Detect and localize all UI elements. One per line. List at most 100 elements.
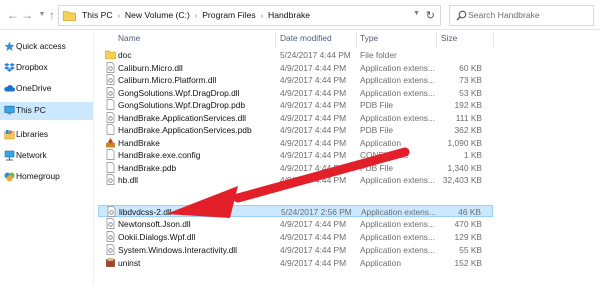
chevron-right-icon[interactable]: ›: [261, 13, 263, 20]
file-icon: [106, 161, 115, 173]
file-size: 55 KB: [459, 245, 482, 255]
table-row[interactable]: HandBrake.pdb 4/9/2017 4:44 PM PDB File …: [98, 161, 493, 174]
sidebar-item-label: Libraries: [16, 129, 49, 139]
table-row[interactable]: GongSolutions.Wpf.DragDrop.pdb 4/9/2017 …: [98, 99, 493, 111]
column-header-name[interactable]: Name: [118, 33, 140, 43]
dropbox-icon: [4, 63, 15, 72]
up-arrow-icon[interactable]: ↑: [45, 8, 59, 22]
folder-icon: [63, 11, 76, 21]
file-date: 4/9/2017 4:44 PM: [280, 87, 347, 98]
sidebar-item-network[interactable]: Network: [0, 147, 93, 165]
column-header-date[interactable]: Date modified: [280, 33, 332, 43]
back-arrow-icon[interactable]: ←: [6, 8, 20, 22]
file-size: 1,340 KB: [447, 162, 482, 173]
file-type: File folder: [360, 50, 397, 60]
file-date: 4/9/2017 4:44 PM: [280, 62, 347, 73]
file-date: 4/9/2017 4:44 PM: [280, 150, 347, 160]
file-size: 362 KB: [454, 125, 482, 135]
chevron-right-icon[interactable]: ›: [195, 13, 197, 20]
column-header-type[interactable]: Type: [360, 33, 378, 43]
file-date: 4/9/2017 4:44 PM: [280, 162, 347, 173]
file-name: uninst: [118, 258, 141, 268]
file-size: 111 KB: [455, 112, 482, 123]
sidebar-item-this-pc[interactable]: This PC: [0, 102, 93, 120]
sidebar-item-libraries[interactable]: Libraries: [0, 126, 93, 144]
table-row[interactable]: Newtonsoft.Json.dll 4/9/2017 4:44 PM App…: [98, 218, 493, 230]
file-type: Application extens...: [360, 245, 435, 255]
file-size: 152 KB: [454, 258, 482, 268]
sidebar-item-homegroup[interactable]: Homegroup: [0, 168, 93, 186]
sidebar-item-label: Quick access: [16, 41, 66, 51]
sidebar-item-label: Network: [16, 150, 47, 160]
breadcrumb-this-pc[interactable]: This PC: [82, 10, 113, 20]
column-header-size[interactable]: Size: [441, 33, 457, 43]
table-row[interactable]: uninst 4/9/2017 4:44 PM Application 152 …: [98, 257, 493, 269]
address-bar[interactable]: This PC › New Volume (C:) › Program Files › Ha…: [58, 5, 441, 26]
file-date: 4/9/2017 4:44 PM: [280, 137, 347, 148]
file-name: Ookii.Dialogs.Wpf.dll: [118, 232, 196, 242]
table-row[interactable]: HandBrake.ApplicationServices.pdb 4/9/20…: [98, 124, 493, 136]
file-date: 4/9/2017 4:44 PM: [280, 258, 347, 268]
file-size: 60 KB: [459, 62, 482, 73]
file-size: 1 KB: [463, 150, 482, 160]
table-row[interactable]: Caliburn.Micro.Platform.dll 4/9/2017 4:4…: [98, 74, 493, 86]
handbrake-icon: [106, 137, 115, 147]
breadcrumb-program-files[interactable]: Program Files: [202, 10, 255, 20]
table-row[interactable]: hb.dll 4/9/2017 4:44 PM Application exte…: [98, 174, 493, 186]
chevron-right-icon[interactable]: ›: [118, 13, 120, 20]
file-name: GongSolutions.Wpf.DragDrop.dll: [118, 87, 240, 98]
refresh-icon[interactable]: ↻: [426, 9, 435, 22]
file-type: PDB File: [360, 100, 394, 110]
sidebar-item-dropbox[interactable]: Dropbox: [0, 59, 93, 77]
star-icon: [4, 41, 15, 51]
address-bar-row: ← → ▼ ↑ This PC › New Volume (C:) › Program …: [0, 0, 600, 30]
table-row[interactable]: HandBrake 4/9/2017 4:44 PM Application 1…: [98, 137, 493, 149]
file-name: GongSolutions.Wpf.DragDrop.pdb: [118, 100, 246, 110]
file-name: doc: [118, 50, 132, 60]
forward-arrow-icon[interactable]: →: [20, 8, 34, 22]
file-date: 4/9/2017 4:44 PM: [280, 112, 347, 123]
file-date: 4/9/2017 4:44 PM: [280, 75, 347, 85]
file-date: 5/24/2017 2:56 PM: [281, 207, 352, 217]
file-type: Application: [360, 137, 401, 148]
file-date: 4/9/2017 4:44 PM: [280, 219, 347, 229]
table-row[interactable]: Ookii.Dialogs.Wpf.dll 4/9/2017 4:44 PM A…: [98, 231, 493, 243]
breadcrumb-handbrake[interactable]: Handbrake: [268, 10, 310, 20]
file-type: CONFIG File: [360, 150, 409, 160]
sidebar-item-onedrive[interactable]: OneDrive: [0, 80, 93, 98]
column-divider[interactable]: [436, 32, 437, 47]
sidebar-item-quick-access[interactable]: Quick access: [0, 38, 93, 56]
file-type: Application extens...: [360, 75, 435, 85]
dll-icon: [106, 111, 115, 123]
file-type: Application extens...: [360, 87, 435, 98]
file-name: HandBrake.ApplicationServices.dll: [118, 112, 247, 123]
table-row[interactable]: HandBrake.ApplicationServices.dll 4/9/20…: [98, 111, 493, 124]
dll-icon: [106, 74, 115, 85]
breadcrumb-new-volume[interactable]: New Volume (C:): [125, 10, 190, 20]
column-divider[interactable]: [356, 32, 357, 47]
homegroup-icon: [4, 172, 15, 182]
file-type: Application extens...: [360, 62, 435, 73]
file-size: 73 KB: [459, 75, 482, 85]
table-row[interactable]: Caliburn.Micro.dll 4/9/2017 4:44 PM Appl…: [98, 61, 493, 74]
dll-icon: [106, 218, 115, 229]
table-row[interactable]: doc 5/24/2017 4:44 PM File folder: [98, 49, 493, 61]
pane-divider[interactable]: [93, 30, 94, 285]
file-icon: [106, 149, 115, 160]
column-divider[interactable]: [493, 32, 494, 47]
uninstaller-icon: [106, 257, 115, 267]
file-name: System.Windows.Interactivity.dll: [118, 245, 237, 255]
cloud-icon: [4, 85, 15, 92]
search-input[interactable]: Search Handbrake: [449, 5, 594, 26]
dll-icon: [106, 86, 115, 98]
file-type: Application extens...: [361, 207, 436, 217]
folder-icon: [105, 50, 116, 60]
table-row[interactable]: System.Windows.Interactivity.dll 4/9/201…: [98, 244, 493, 256]
table-row-selected[interactable]: libdvdcss-2.dll 5/24/2017 2:56 PM Applic…: [98, 205, 493, 217]
table-row[interactable]: GongSolutions.Wpf.DragDrop.dll 4/9/2017 …: [98, 86, 493, 99]
file-name: HandBrake.ApplicationServices.pdb: [118, 125, 252, 135]
table-row[interactable]: HandBrake.exe.config 4/9/2017 4:44 PM CO…: [98, 149, 493, 161]
sidebar-item-label: Dropbox: [16, 62, 48, 72]
address-dropdown-chevron-icon[interactable]: ▼: [413, 10, 420, 17]
column-divider[interactable]: [275, 32, 276, 47]
